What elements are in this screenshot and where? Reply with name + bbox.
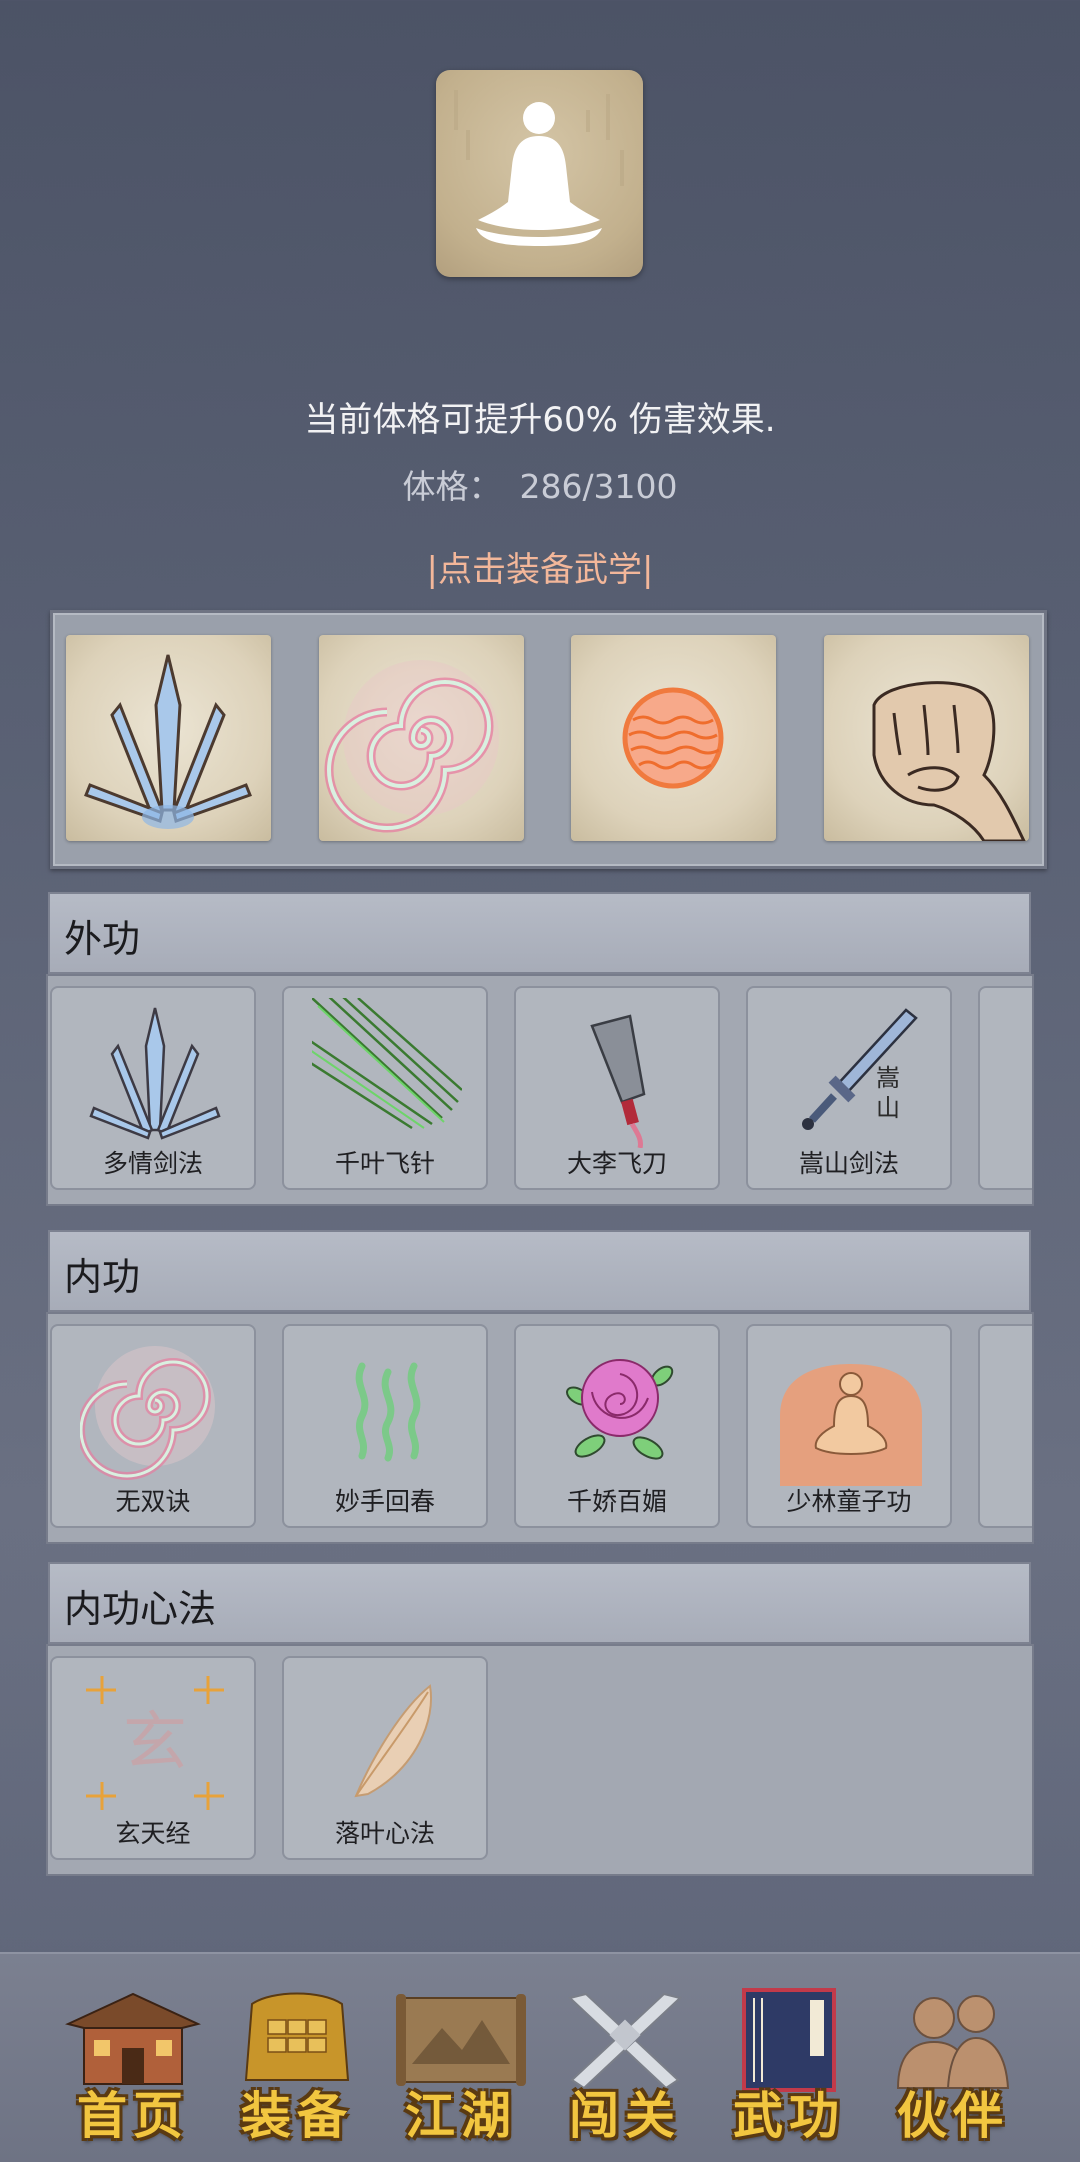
- section-header-external: 外功: [48, 892, 1031, 974]
- skill-name: 落叶心法: [334, 1819, 435, 1848]
- equipped-slot-3[interactable]: [571, 635, 776, 841]
- skill-name: 大李飞刀: [566, 1149, 667, 1178]
- section-title: 内功: [64, 1255, 141, 1299]
- skill-card-xuantian[interactable]: 玄 玄天经: [50, 1656, 256, 1860]
- crystal-blades-icon: [89, 1007, 221, 1140]
- skill-card-songshan[interactable]: 嵩 山 嵩山剑法: [746, 986, 952, 1190]
- rose-icon: [566, 1359, 674, 1460]
- skill-card-shaolin[interactable]: 少林童子功: [746, 1324, 952, 1528]
- section-header-internal: 内功: [48, 1230, 1031, 1312]
- nav-label: 闯关: [569, 2086, 681, 2145]
- meditating-monk-icon: [780, 1364, 922, 1486]
- xuan-rune-icon: 玄: [86, 1676, 224, 1810]
- green-waves-icon: [355, 1362, 421, 1462]
- skill-card-luoye[interactable]: 落叶心法: [282, 1656, 488, 1860]
- nav-label: 伙伴: [897, 2086, 1009, 2145]
- status-description: 当前体格可提升60% 伤害效果.: [304, 400, 776, 440]
- icon-calligraphy: 山: [876, 1094, 900, 1122]
- martial-arts-screen: 当前体格可提升60% 伤害效果. 体格： 286/3100 |点击装备武学| 外…: [0, 0, 1080, 2162]
- nav-item-jianghu[interactable]: 江湖: [386, 1984, 536, 2145]
- section-body-mind: 玄 玄天经 落叶心法: [46, 1644, 1034, 1876]
- equipped-slot-1[interactable]: [66, 635, 271, 841]
- section-body-internal: 无双诀 妙手回春 千娇百媚 少林童子功: [46, 1312, 1034, 1544]
- skill-name: 玄天经: [115, 1819, 191, 1848]
- skill-card-qianjiao[interactable]: 千娇百媚: [514, 1324, 720, 1528]
- section-body-external: 多情剑法 千叶飞针 大李飞刀 嵩 山 嵩山剑法: [46, 974, 1034, 1206]
- bottom-navigation: 首页 装备 江湖 闯关 武功 伙伴: [0, 1952, 1080, 2162]
- skill-card-qianye[interactable]: 千叶飞针: [282, 986, 488, 1190]
- equip-hint-link[interactable]: |点击装备武学|: [0, 542, 1080, 591]
- skill-name: 无双诀: [115, 1487, 191, 1516]
- nav-item-companions[interactable]: 伙伴: [878, 1984, 1028, 2145]
- icon-calligraphy: 玄: [123, 1706, 187, 1780]
- skill-card-miaoshou[interactable]: 妙手回春: [282, 1324, 488, 1528]
- crystal-blades-icon: [84, 654, 252, 829]
- skill-name: 妙手回春: [334, 1487, 435, 1516]
- skill-card-dali[interactable]: 大李飞刀: [514, 986, 720, 1190]
- section-header-mind: 内功心法: [48, 1562, 1031, 1644]
- nav-item-martial-arts[interactable]: 武功: [714, 1984, 864, 2145]
- needles-icon: [312, 998, 462, 1130]
- equipped-slot-4[interactable]: [824, 635, 1029, 843]
- character-avatar[interactable]: [436, 70, 643, 277]
- icon-calligraphy: 嵩: [876, 1064, 900, 1092]
- equipped-slot-2[interactable]: [319, 635, 524, 841]
- sword-icon: 嵩 山: [802, 1008, 918, 1130]
- physique-label: 体格：: [402, 467, 502, 506]
- swirl-icon: [324, 660, 499, 833]
- skill-name: 少林童子功: [786, 1487, 912, 1516]
- fire-orb-icon: [622, 687, 724, 789]
- physique-value: 286/3100: [519, 467, 678, 506]
- swirl-icon: [80, 1346, 215, 1480]
- nav-item-equipment[interactable]: 装备: [222, 1984, 372, 2145]
- nav-label: 装备: [241, 2086, 353, 2145]
- fist-icon: [872, 681, 1027, 843]
- nav-label: 首页: [77, 2086, 189, 2145]
- skill-name: 千叶飞针: [334, 1149, 435, 1178]
- cleaver-icon: [590, 1014, 646, 1148]
- skill-card-partial[interactable]: [978, 986, 1032, 1190]
- nav-item-challenge[interactable]: 闯关: [550, 1984, 700, 2145]
- physique-stat: 体格： 286/3100: [0, 460, 1080, 508]
- nav-item-home[interactable]: 首页: [58, 1984, 208, 2145]
- leaf-icon: [354, 1684, 432, 1798]
- skill-name: 嵩山剑法: [798, 1149, 899, 1178]
- skill-name: 千娇百媚: [566, 1487, 667, 1516]
- section-title: 外功: [64, 917, 141, 961]
- skill-card-duoqing[interactable]: 多情剑法: [50, 986, 256, 1190]
- skill-name: 多情剑法: [102, 1149, 203, 1178]
- equipped-skills-panel: [50, 610, 1047, 869]
- section-title: 内功心法: [64, 1587, 217, 1631]
- nav-label: 江湖: [405, 2086, 517, 2145]
- nav-label: 武功: [733, 2086, 845, 2145]
- skill-card-wushuang[interactable]: 无双诀: [50, 1324, 256, 1528]
- skill-card-partial[interactable]: [978, 1324, 1032, 1528]
- meditating-figure-icon: [454, 90, 624, 246]
